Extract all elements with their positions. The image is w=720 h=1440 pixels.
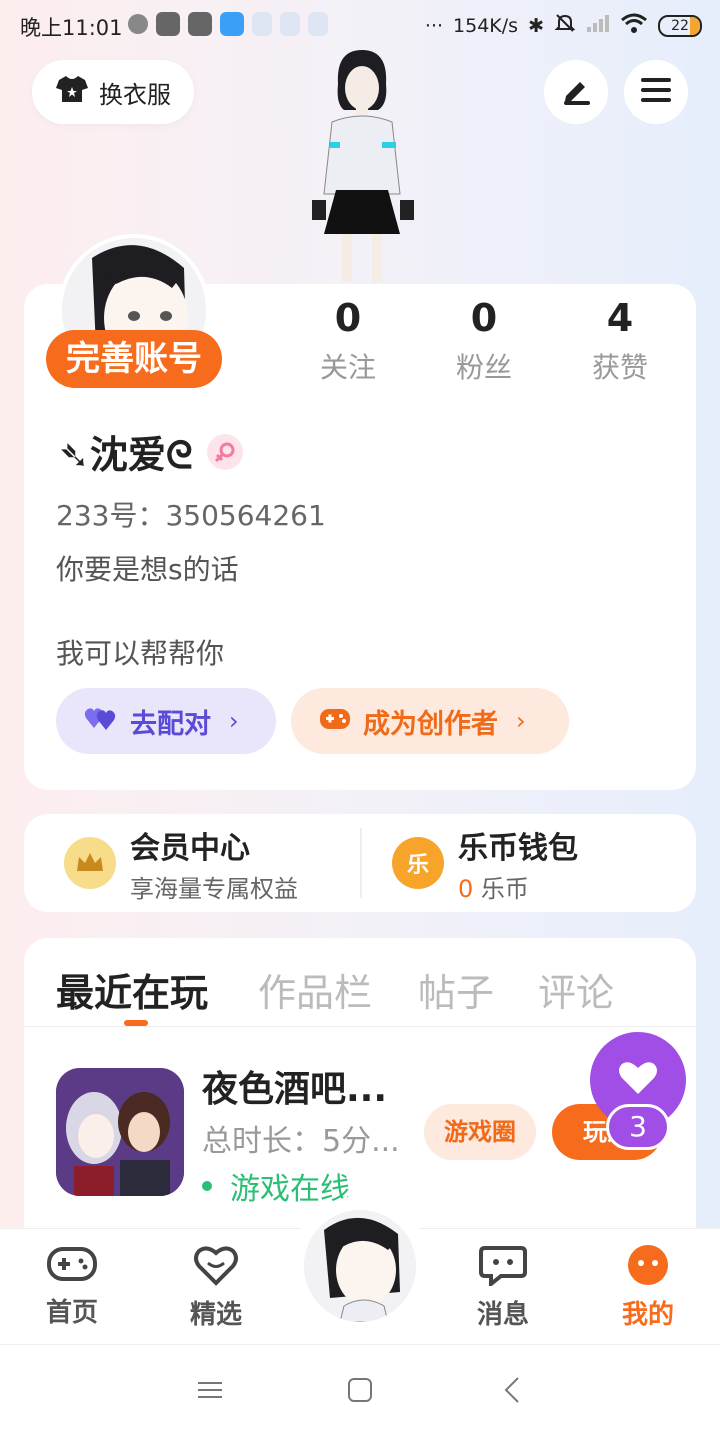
coin-wallet[interactable]: 乐 乐币钱包 0 乐币 xyxy=(392,814,578,912)
likes-count: 4 xyxy=(606,296,634,340)
bio-line-1: 你要是想s的话 xyxy=(56,553,239,586)
tab-divider xyxy=(24,1026,696,1027)
profile-face-icon xyxy=(625,1245,671,1290)
gamepad-plus-icon xyxy=(319,705,351,738)
nav-messages[interactable]: 消息 xyxy=(458,1244,548,1331)
nav-home[interactable]: 首页 xyxy=(27,1244,117,1329)
wallet-card: 会员中心 享海量专属权益 乐 乐币钱包 0 乐币 xyxy=(24,814,696,912)
battery-indicator: 22 xyxy=(658,14,702,37)
hearts-icon xyxy=(84,704,118,739)
menu-icon xyxy=(640,76,672,108)
like-count-badge: 3 xyxy=(606,1104,670,1150)
tab-posts[interactable]: 帖子 xyxy=(418,962,494,1017)
recent-apps-button[interactable] xyxy=(188,1372,232,1412)
wifi-icon xyxy=(620,12,648,39)
username: ➴沈爱ᘓ xyxy=(58,433,193,477)
member-center-title: 会员中心 xyxy=(130,830,250,866)
female-gender-icon xyxy=(206,433,243,470)
crown-icon xyxy=(64,837,116,889)
game-circle-button[interactable]: 游戏圈 xyxy=(424,1104,536,1160)
tab-recently-played[interactable]: 最近在玩 xyxy=(56,962,208,1017)
member-center-subtitle: 享海量专属权益 xyxy=(130,874,298,903)
online-dot-icon xyxy=(202,1181,212,1191)
followers-label: 粉丝 xyxy=(455,351,512,384)
center-avatar-button[interactable] xyxy=(304,1210,416,1322)
back-chevron-icon xyxy=(504,1377,520,1407)
shirt-icon xyxy=(55,74,89,110)
square-icon xyxy=(348,1378,372,1406)
chevron-right-icon: › xyxy=(229,707,239,735)
become-creator-button[interactable]: 成为创作者 › xyxy=(291,688,569,754)
change-outfit-button[interactable]: 换衣服 xyxy=(32,60,194,124)
bluetooth-icon: ✱ xyxy=(528,14,544,37)
gamepad-icon xyxy=(46,1247,98,1288)
likes-label: 获赞 xyxy=(591,351,648,384)
bio-line-2: 我可以帮帮你 xyxy=(56,637,225,670)
back-system-button[interactable] xyxy=(490,1372,534,1412)
menu-button[interactable] xyxy=(624,60,688,124)
message-icon xyxy=(479,1246,527,1290)
status-right: ··· 154K/s ✱ 22 xyxy=(425,12,702,39)
avatar-3d-figure[interactable] xyxy=(296,44,426,284)
nav-home-label: 首页 xyxy=(45,1298,98,1328)
followers-count: 0 xyxy=(470,296,498,340)
stat-following[interactable]: 0 关注 xyxy=(288,296,408,386)
game-title[interactable]: 夜色酒吧... xyxy=(202,1060,387,1112)
user-id: 233号：350564261 xyxy=(56,499,326,532)
edit-icon xyxy=(560,74,592,110)
more-dots-icon: ··· xyxy=(424,14,444,37)
change-outfit-label: 换衣服 xyxy=(99,80,171,109)
following-count: 0 xyxy=(334,296,362,340)
signal-icon xyxy=(586,13,610,38)
net-speed: 154K/s xyxy=(453,14,519,37)
coin-amount: 0 xyxy=(458,874,474,903)
status-time: 晚上11:01 xyxy=(20,16,123,40)
app-notification-icon xyxy=(308,12,328,36)
nav-messages-label: 消息 xyxy=(476,1300,529,1330)
notification-icon xyxy=(128,14,148,34)
complete-account-button[interactable]: 完善账号 xyxy=(46,330,222,388)
coin-wallet-title: 乐币钱包 xyxy=(458,830,578,866)
nav-profile[interactable]: 我的 xyxy=(603,1244,693,1331)
game-icon[interactable] xyxy=(56,1068,184,1196)
nav-featured[interactable]: 精选 xyxy=(171,1244,261,1331)
app-notification-icon xyxy=(156,12,180,36)
coin-icon: 乐 xyxy=(392,837,444,889)
hamburger-icon xyxy=(198,1380,222,1404)
member-center[interactable]: 会员中心 享海量专属权益 xyxy=(64,814,298,912)
game-playtime: 总时长：5分... xyxy=(202,1124,400,1159)
coin-unit: 乐币 xyxy=(480,874,529,903)
app-notification-icon xyxy=(188,12,212,36)
coin-glyph: 乐 xyxy=(406,853,429,878)
username-row: ➴沈爱ᘓ xyxy=(58,424,243,479)
tab-works[interactable]: 作品栏 xyxy=(258,962,372,1017)
match-button[interactable]: 去配对 › xyxy=(56,688,276,754)
match-label: 去配对 xyxy=(130,708,211,740)
divider xyxy=(360,828,362,898)
bell-mute-icon xyxy=(554,12,576,39)
game-online-status: 游戏在线 xyxy=(202,1164,350,1208)
app-notification-icon xyxy=(280,12,300,36)
qq-notification-icon xyxy=(220,12,244,36)
become-creator-label: 成为创作者 xyxy=(363,708,498,740)
edit-profile-button[interactable] xyxy=(544,60,608,124)
stat-likes[interactable]: 4 获赞 xyxy=(560,296,680,386)
home-system-button[interactable] xyxy=(338,1372,382,1412)
following-label: 关注 xyxy=(319,351,376,384)
coin-balance: 0 乐币 xyxy=(458,869,578,904)
stat-followers[interactable]: 0 粉丝 xyxy=(424,296,544,386)
heart-chat-icon xyxy=(191,1246,241,1290)
notification-icons xyxy=(128,12,328,36)
status-bar: 晚上11:01 ··· 154K/s ✱ 22 xyxy=(0,0,720,50)
tab-comments[interactable]: 评论 xyxy=(538,962,614,1017)
chevron-right-icon: › xyxy=(516,707,526,735)
app-notification-icon xyxy=(252,12,272,36)
heart-icon xyxy=(618,1060,658,1100)
nav-featured-label: 精选 xyxy=(189,1300,242,1330)
nav-profile-label: 我的 xyxy=(621,1300,674,1330)
